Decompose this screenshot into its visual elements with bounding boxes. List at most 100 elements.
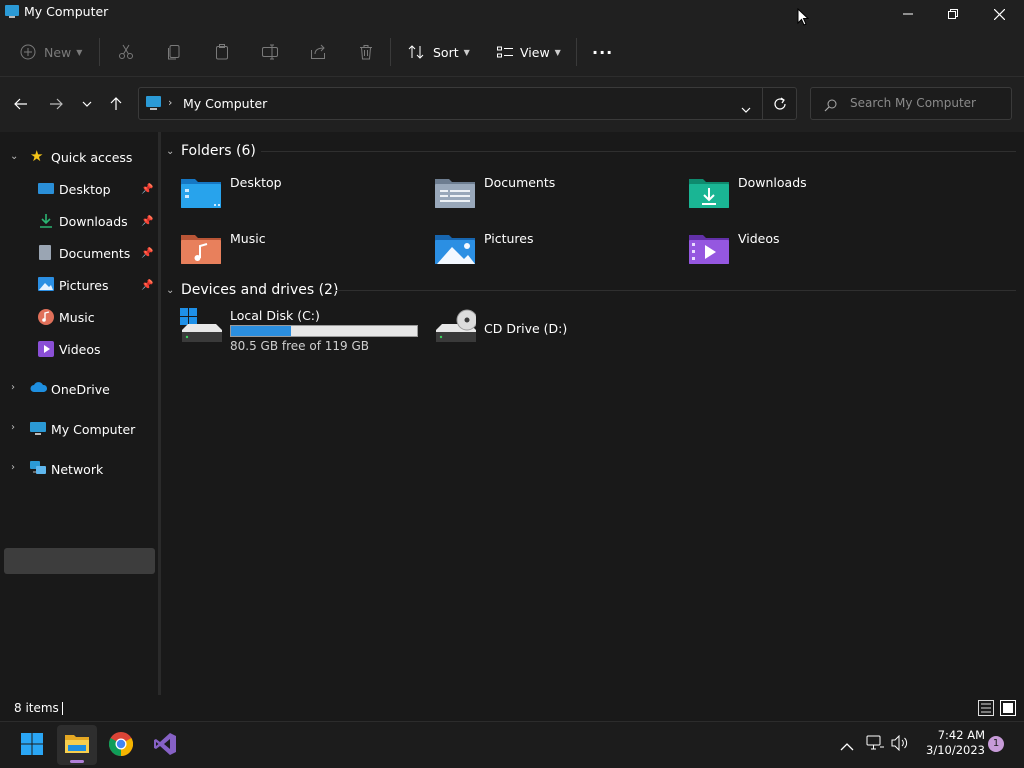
sidebar-item-label: Quick access bbox=[51, 150, 133, 165]
mouse-cursor-icon bbox=[797, 7, 810, 30]
sort-icon bbox=[408, 45, 424, 59]
new-button[interactable]: New ▼ bbox=[20, 28, 82, 76]
more-options-button[interactable]: ··· bbox=[592, 28, 613, 76]
title-bar bbox=[0, 0, 1024, 28]
restore-icon bbox=[948, 9, 958, 19]
sidebar-item-pictures[interactable]: Pictures 📌 bbox=[0, 271, 158, 299]
folder-label: Documents bbox=[484, 175, 556, 190]
sidebar-item-my-computer[interactable]: › My Computer bbox=[0, 415, 158, 443]
sidebar-item-music[interactable]: Music bbox=[0, 303, 158, 331]
pin-icon[interactable]: 📌 bbox=[141, 216, 153, 227]
breadcrumb-location[interactable]: My Computer bbox=[183, 96, 267, 111]
sidebar-item-label: OneDrive bbox=[51, 382, 110, 397]
refresh-button[interactable] bbox=[773, 96, 787, 115]
drive-d[interactable]: CD Drive (D:) bbox=[434, 308, 674, 356]
details-view-button[interactable] bbox=[978, 700, 994, 720]
drive-usage-fill bbox=[231, 326, 292, 336]
clock-button[interactable]: 7:42 AM 3/10/2023 bbox=[915, 728, 985, 758]
recent-locations-button[interactable] bbox=[75, 92, 99, 116]
chevron-right-icon: › bbox=[11, 382, 15, 393]
clock-time: 7:42 AM bbox=[937, 728, 985, 742]
restore-button[interactable] bbox=[930, 0, 976, 28]
folder-label: Downloads bbox=[738, 175, 807, 190]
minimize-button[interactable] bbox=[885, 0, 931, 28]
forward-button[interactable] bbox=[44, 92, 68, 116]
computer-icon-stand bbox=[150, 108, 157, 110]
folder-label: Desktop bbox=[230, 175, 282, 190]
drive-c[interactable]: Local Disk (C:) 80.5 GB free of 119 GB bbox=[180, 308, 420, 356]
sidebar-item-label: Videos bbox=[59, 342, 101, 357]
tiles-view-icon bbox=[1000, 700, 1016, 716]
up-button[interactable] bbox=[104, 92, 128, 116]
tiles-view-button[interactable] bbox=[1000, 700, 1016, 720]
start-button[interactable] bbox=[21, 733, 43, 759]
chevron-down-icon[interactable]: ⌄ bbox=[166, 146, 174, 157]
trash-icon bbox=[360, 45, 372, 60]
drive-label: Local Disk (C:) bbox=[230, 308, 320, 323]
close-button[interactable] bbox=[976, 0, 1022, 28]
sidebar-item-label: Music bbox=[59, 310, 95, 325]
sort-label: Sort bbox=[433, 44, 459, 60]
sidebar-item-downloads[interactable]: Downloads 📌 bbox=[0, 207, 158, 235]
breadcrumb-chevron-icon: › bbox=[168, 96, 173, 109]
cut-button[interactable] bbox=[118, 28, 134, 76]
share-button[interactable] bbox=[310, 28, 326, 76]
sidebar-item-videos[interactable]: Videos bbox=[0, 335, 158, 363]
chrome-taskbar-button[interactable] bbox=[108, 732, 134, 760]
computer-icon bbox=[5, 5, 19, 18]
volume-button[interactable] bbox=[891, 734, 909, 755]
search-placeholder[interactable]: Search My Computer bbox=[850, 96, 976, 110]
sidebar-item-label: Desktop bbox=[59, 182, 111, 197]
paste-icon bbox=[216, 44, 228, 60]
chevron-down-icon[interactable]: ⌄ bbox=[166, 285, 174, 296]
desktop-icon bbox=[38, 183, 54, 194]
sidebar-item-quick-access[interactable]: ⌄ ★ Quick access bbox=[0, 143, 158, 171]
selection-highlight bbox=[4, 548, 155, 574]
active-app-indicator bbox=[70, 760, 84, 763]
address-dropdown-button[interactable] bbox=[741, 98, 751, 117]
pin-icon[interactable]: 📌 bbox=[141, 280, 153, 291]
window-title: My Computer bbox=[24, 4, 109, 19]
pin-icon[interactable]: 📌 bbox=[141, 184, 153, 195]
notification-badge[interactable]: 1 bbox=[988, 736, 1004, 752]
chevron-down-icon: ⌄ bbox=[10, 151, 19, 162]
folder-videos[interactable]: Videos bbox=[688, 231, 918, 279]
devices-group-header[interactable]: Devices and drives (2) bbox=[181, 282, 338, 298]
cloud-icon bbox=[30, 381, 48, 397]
copy-button[interactable] bbox=[166, 28, 182, 76]
paste-button[interactable] bbox=[214, 28, 230, 76]
folder-downloads[interactable]: Downloads bbox=[688, 175, 918, 223]
chrome-icon bbox=[108, 732, 134, 756]
toolbar-divider bbox=[390, 38, 391, 66]
folder-desktop[interactable]: Desktop bbox=[180, 175, 410, 223]
folder-documents[interactable]: Documents bbox=[434, 175, 664, 223]
view-icon bbox=[497, 46, 513, 58]
rename-button[interactable] bbox=[262, 28, 278, 76]
show-hidden-icons-button[interactable] bbox=[840, 737, 854, 756]
network-status-button[interactable] bbox=[866, 735, 884, 755]
windows-drive-icon bbox=[180, 308, 222, 342]
delete-button[interactable] bbox=[358, 28, 374, 76]
sidebar-item-label: Network bbox=[51, 462, 104, 477]
sidebar-item-desktop[interactable]: Desktop 📌 bbox=[0, 175, 158, 203]
back-button[interactable] bbox=[9, 92, 33, 116]
sort-button[interactable]: Sort ▼ bbox=[408, 28, 470, 76]
view-button[interactable]: View ▼ bbox=[496, 28, 561, 76]
cd-drive-icon bbox=[436, 309, 476, 342]
folder-pictures[interactable]: Pictures bbox=[434, 231, 664, 279]
chevron-down-icon bbox=[82, 101, 92, 107]
pin-icon[interactable]: 📌 bbox=[141, 248, 153, 259]
close-icon bbox=[993, 8, 1005, 20]
network-icon bbox=[30, 460, 46, 476]
sidebar-item-documents[interactable]: Documents 📌 bbox=[0, 239, 158, 267]
chevron-down-icon: ▼ bbox=[554, 47, 561, 57]
folder-music[interactable]: Music bbox=[180, 231, 410, 279]
sidebar-item-network[interactable]: › Network bbox=[0, 455, 158, 483]
videos-icon bbox=[38, 341, 54, 357]
documents-folder-icon bbox=[435, 179, 475, 208]
visual-studio-taskbar-button[interactable] bbox=[153, 732, 177, 760]
content-area: ⌄ Folders (6) Desktop Documents Download… bbox=[161, 132, 1024, 695]
toolbar-divider bbox=[576, 38, 577, 66]
sidebar-item-onedrive[interactable]: › OneDrive bbox=[0, 375, 158, 403]
folders-group-header[interactable]: Folders (6) bbox=[181, 143, 256, 159]
